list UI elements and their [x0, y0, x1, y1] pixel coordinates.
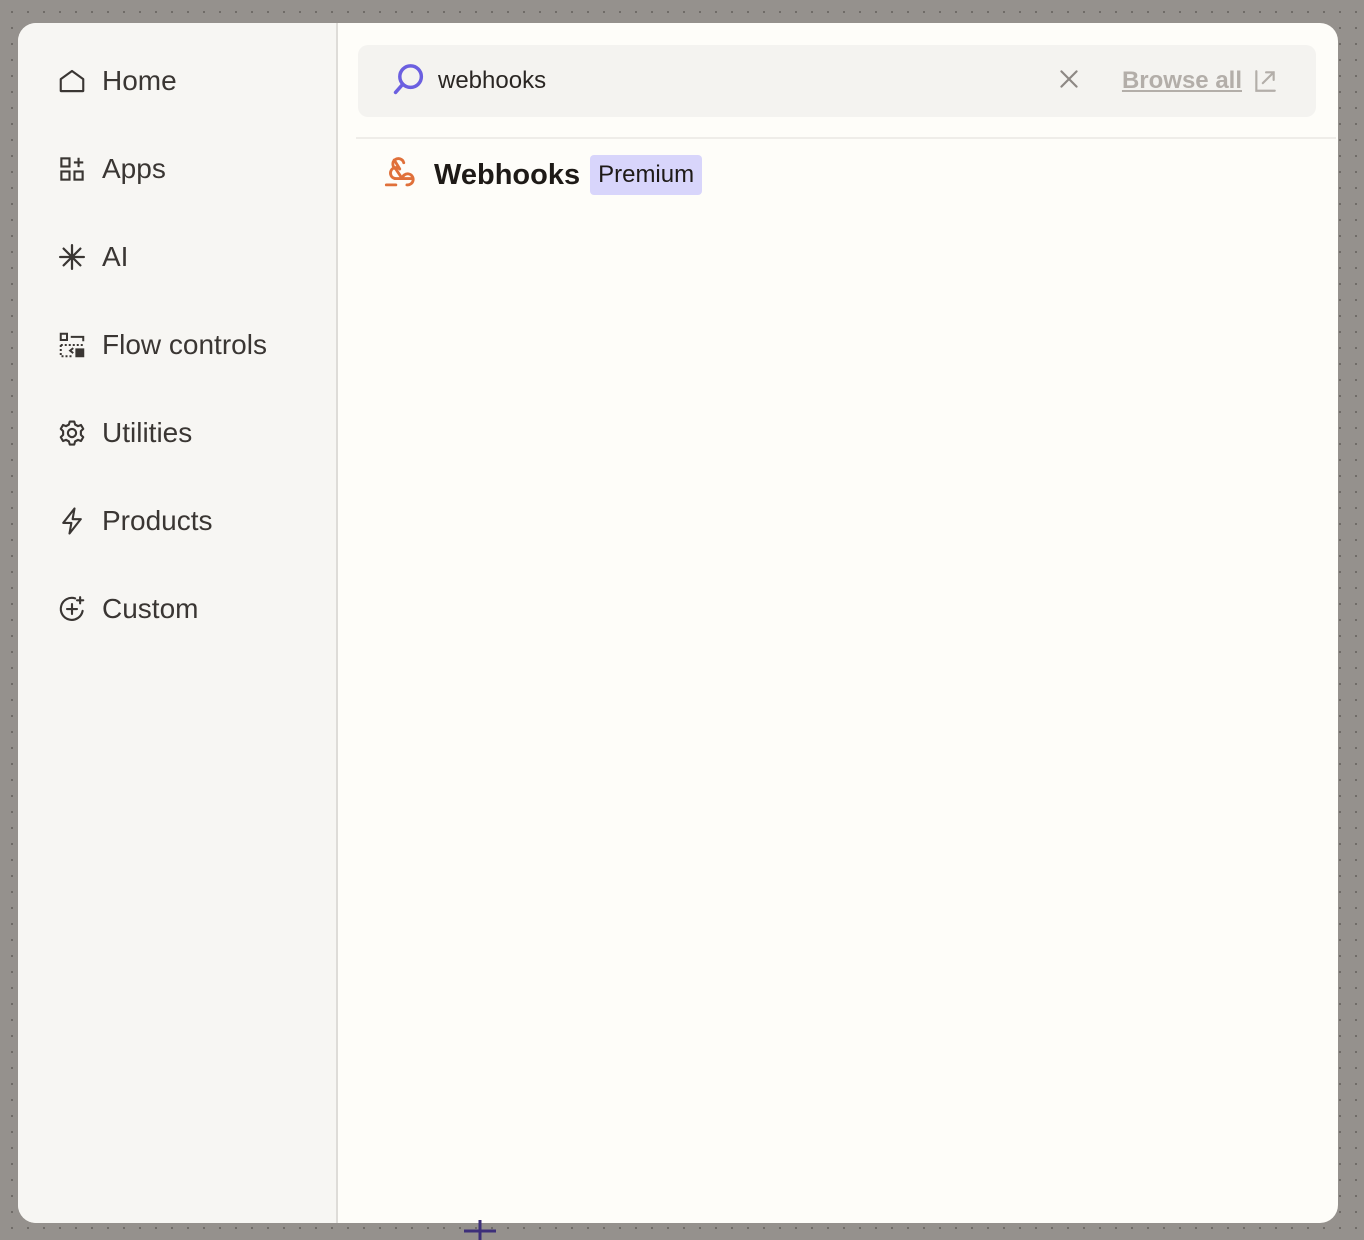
sparkle-icon: [56, 241, 88, 273]
apps-grid-icon: [56, 153, 88, 185]
browse-all-link[interactable]: Browse all: [1122, 67, 1278, 95]
sidebar-item-label: AI: [102, 241, 129, 272]
sidebar-item-label: Products: [102, 505, 213, 536]
sidebar-item-apps[interactable]: Apps: [18, 125, 336, 213]
sidebar-item-label: Utilities: [102, 417, 193, 448]
search-input[interactable]: [438, 67, 1056, 95]
external-link-icon: [1255, 70, 1276, 92]
sidebar-item-label: Apps: [102, 153, 166, 184]
gear-icon: [56, 417, 88, 449]
sidebar-item-ai[interactable]: AI: [18, 213, 336, 301]
premium-badge: Premium: [590, 155, 703, 195]
result-item-webhooks[interactable]: Webhooks Premium: [358, 139, 1316, 211]
sidebar: Home Apps AI Flow controls Utilities Pro…: [18, 23, 338, 1223]
sidebar-item-label: Home: [102, 65, 177, 96]
webhooks-icon: [380, 154, 434, 197]
custom-plus-icon: [56, 593, 88, 625]
sidebar-item-home[interactable]: Home: [18, 37, 336, 125]
sidebar-item-products[interactable]: Products: [18, 477, 336, 565]
sidebar-item-label: Flow controls: [102, 329, 267, 360]
sidebar-item-flow-controls[interactable]: Flow controls: [18, 301, 336, 389]
flow-controls-icon: [56, 329, 88, 361]
add-step-plus-icon[interactable]: [463, 1220, 497, 1240]
home-icon: [56, 65, 88, 97]
sidebar-item-custom[interactable]: Custom: [18, 565, 336, 653]
search-bar: Browse all: [358, 45, 1316, 117]
lightning-icon: [56, 505, 88, 537]
plus-icon: [464, 1220, 496, 1240]
app-picker-modal: Home Apps AI Flow controls Utilities Pro…: [18, 23, 1338, 1223]
sidebar-item-label: Custom: [102, 593, 199, 624]
browse-all-label: Browse all: [1121, 67, 1242, 94]
sidebar-item-utilities[interactable]: Utilities: [18, 389, 336, 477]
result-title: Webhooks: [434, 158, 581, 191]
close-icon[interactable]: [1056, 66, 1122, 97]
search-icon: [390, 60, 438, 103]
main-panel: Browse all Webhooks Premium: [338, 23, 1338, 1223]
